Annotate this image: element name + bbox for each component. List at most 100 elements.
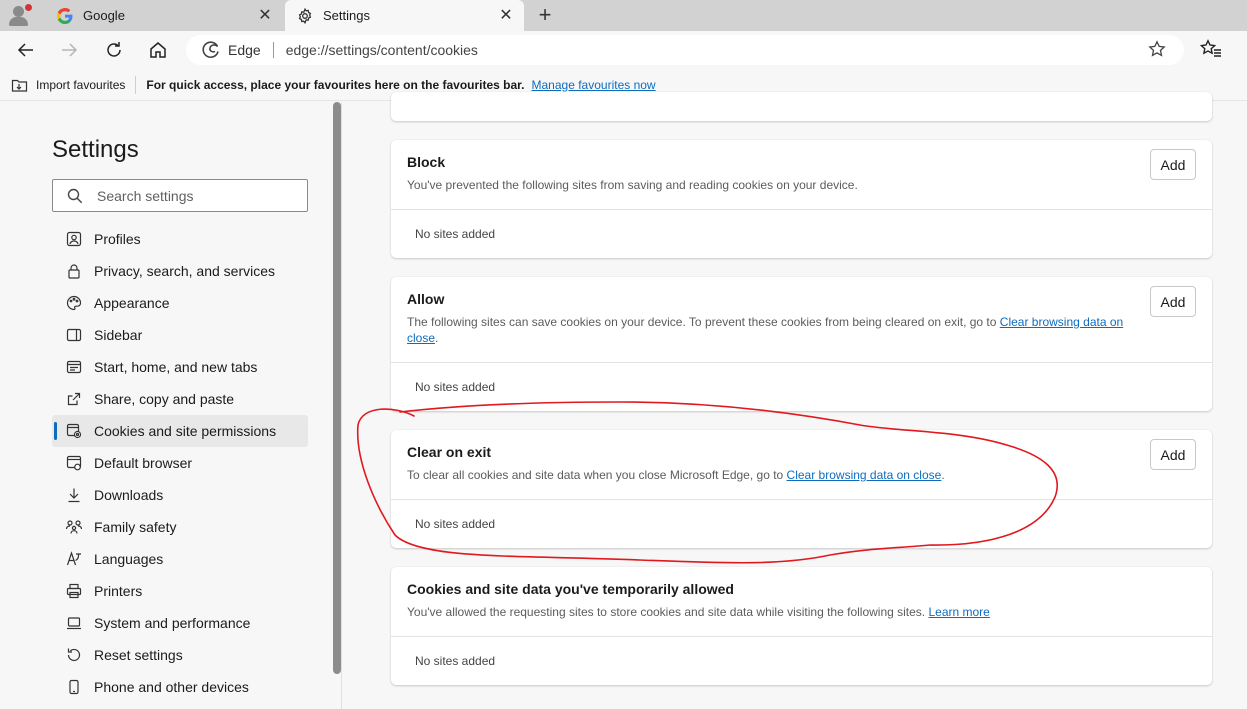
sidebar-item-sidebar[interactable]: Sidebar [52,319,308,351]
card-description: The following sites can save cookies on … [407,314,1127,346]
sidebar-item-label: Profiles [94,231,141,247]
tab-title: Settings [323,8,370,23]
sidebar-item-label: System and performance [94,615,251,631]
sidebar-item-privacy[interactable]: Privacy, search, and services [52,255,308,287]
empty-state: No sites added [415,227,496,241]
desc-text: To clear all cookies and site data when … [407,468,787,482]
sidebar-item-family-safety[interactable]: Family safety [52,511,308,543]
card-description: You've prevented the following sites fro… [407,178,858,192]
sidebar-item-label: Share, copy and paste [94,391,235,407]
sidebar-item-system[interactable]: System and performance [52,607,308,639]
sidebar-item-start-home[interactable]: Start, home, and new tabs [52,351,308,383]
temporarily-allowed-card: Cookies and site data you've temporarily… [391,567,1212,685]
sidebar-item-label: Languages [94,551,164,567]
sidebar-item-label: Phone and other devices [94,679,249,695]
language-icon [65,550,83,568]
sidebar-item-label: Cookies and site permissions [94,423,277,439]
page-title: Settings [52,136,139,163]
settings-content: Block You've prevented the following sit… [342,92,1247,709]
sidebar-item-label: Start, home, and new tabs [94,359,258,375]
sidebar-item-reset[interactable]: Reset settings [52,639,308,671]
url-text[interactable]: edge://settings/content/cookies [286,42,1148,58]
sidebar-icon [65,326,83,344]
sidebar-item-phone[interactable]: Phone and other devices [52,671,308,703]
desc-end: . [941,468,945,482]
empty-state: No sites added [415,380,496,394]
desc-end: . [435,331,439,345]
manage-favourites-link[interactable]: Manage favourites now [532,78,656,92]
browser-icon [65,454,83,472]
divider [135,75,137,94]
gear-icon [297,7,313,24]
sidebar-item-label: Sidebar [94,327,143,343]
sidebar-item-appearance[interactable]: Appearance [52,287,308,319]
import-favourites-button[interactable]: Import favourites [11,77,125,93]
search-icon [67,188,83,203]
address-bar[interactable]: Edge edge://settings/content/cookies [186,35,1184,65]
empty-state: No sites added [415,654,496,668]
sidebar-item-label: Printers [94,583,143,599]
tab-title: Google [83,8,125,23]
home-icon[interactable] [146,38,170,62]
sidebar-item-default-browser[interactable]: Default browser [52,447,308,479]
add-allow-site-button[interactable]: Add [1150,286,1196,317]
favourite-star-icon[interactable] [1148,39,1168,61]
import-icon [11,79,28,92]
previous-card [391,92,1212,121]
add-block-site-button[interactable]: Add [1150,149,1196,180]
search-input[interactable]: Search settings [52,179,308,212]
card-description: To clear all cookies and site data when … [407,467,1127,483]
learn-more-link[interactable]: Learn more [928,605,989,619]
favourites-icon[interactable] [1199,39,1224,61]
add-clear-on-exit-site-button[interactable]: Add [1150,439,1196,470]
share-icon [65,390,83,408]
tab-settings[interactable]: Settings ✕ [285,0,524,31]
empty-state: No sites added [415,517,496,531]
home-tabs-icon [65,358,83,376]
sidebar-item-profiles[interactable]: Profiles [52,223,308,255]
card-title: Cookies and site data you've temporarily… [407,581,734,597]
profile-avatar-icon[interactable] [6,3,32,29]
close-tab-icon[interactable]: ✕ [496,6,516,26]
sidebar-item-downloads[interactable]: Downloads [52,479,308,511]
close-tab-icon[interactable]: ✕ [255,6,275,26]
desc-text: You've allowed the requesting sites to s… [407,605,929,619]
new-tab-plus-icon[interactable]: + [534,4,556,26]
sidebar-item-languages[interactable]: Languages [52,543,308,575]
card-title: Allow [407,291,445,307]
reset-icon [65,646,83,664]
clear-browsing-data-link[interactable]: Clear browsing data on close [787,468,942,482]
divider [272,42,274,58]
sidebar-item-printers[interactable]: Printers [52,575,308,607]
tab-strip: Google ✕ Settings ✕ + [0,0,1247,31]
phone-icon [65,678,83,696]
card-title: Block [407,154,446,170]
sidebar-item-cookies[interactable]: Cookies and site permissions [52,415,308,447]
cookies-icon [65,422,83,440]
search-placeholder: Search settings [97,187,194,204]
edge-logo-icon [202,41,220,59]
google-icon [57,7,73,24]
profile-icon [65,230,83,248]
sidebar-scrollbar[interactable] [333,102,341,674]
back-arrow-icon[interactable] [14,38,38,62]
sidebar-item-label: Family safety [94,519,177,535]
card-description: You've allowed the requesting sites to s… [407,604,1127,620]
settings-nav: Profiles Privacy, search, and services A… [52,223,308,703]
family-icon [65,518,83,536]
sidebar-item-share-copy[interactable]: Share, copy and paste [52,383,308,415]
lock-icon [65,262,83,280]
printer-icon [65,582,83,600]
desc-text: The following sites can save cookies on … [407,315,1000,329]
forward-arrow-icon[interactable] [57,38,81,62]
import-favourites-label: Import favourites [36,77,126,92]
sidebar-item-label: Downloads [94,487,164,503]
laptop-icon [65,614,83,632]
allow-card: Allow The following sites can save cooki… [391,277,1212,411]
download-icon [65,486,83,504]
sidebar-item-label: Reset settings [94,647,183,663]
address-toolbar: Edge edge://settings/content/cookies [0,31,1247,69]
refresh-icon[interactable] [102,38,126,62]
tab-google[interactable]: Google ✕ [45,0,283,31]
sidebar-item-label: Default browser [94,455,193,471]
